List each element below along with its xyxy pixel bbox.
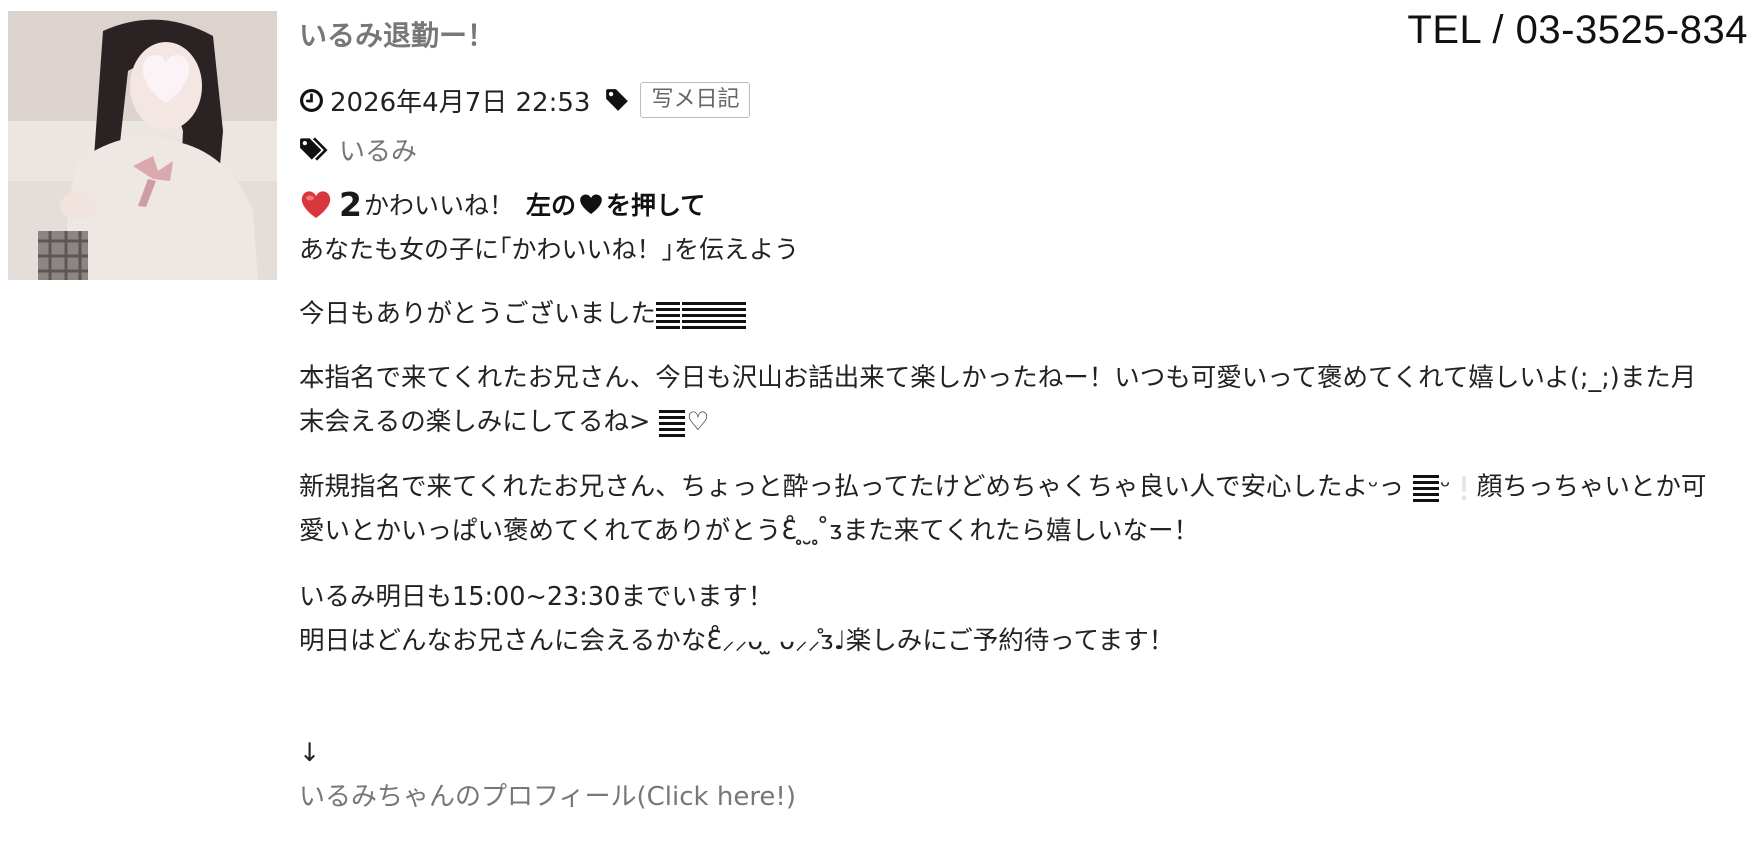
paragraph-3-part-2: ᵕ — [1440, 472, 1459, 502]
clock-icon — [300, 88, 323, 112]
exclamation-icon — [1461, 476, 1467, 501]
post-tags: いるみ — [299, 130, 1739, 168]
kawaii-label: かわいいね！ — [363, 191, 514, 220]
paragraph-2-line-2: 末会えるの楽しみにしてるね> — [299, 407, 659, 437]
paragraph-3-part-3: 顔ちっちゃいとか可 — [1476, 472, 1707, 502]
post-title: いるみ退勤ー！ — [299, 19, 496, 52]
paragraph-4-line-2: 明日はどんなお兄さんに会えるかなƐ̊⸝⸝ᴗ ̫ ᴗ⸝⸝̊ᴣ♩楽しみにご予約待って… — [299, 626, 1175, 656]
diary-photo[interactable] — [8, 11, 277, 280]
tag-link[interactable]: いるみ — [339, 131, 417, 168]
diary-body: 今日もありがとうございました 本指名で来てくれたお兄さん、今日も沢山お話出来て楽… — [299, 292, 1739, 819]
body-paragraph-3: 新規指名で来てくれたお兄さん、ちょっと酔っ払ってたけどめちゃくちゃ良い人で安心し… — [299, 465, 1739, 553]
profile-link[interactable]: いるみちゃんのプロフィール(Click here!) — [299, 777, 796, 817]
kawaii-instruction-before: 左の — [525, 191, 576, 220]
paragraph-3-part-1: 新規指名で来てくれたお兄さん、ちょっと酔っ払ってたけどめちゃくちゃ良い人で安心し… — [299, 472, 1413, 502]
body-paragraph-2: 本指名で来てくれたお兄さん、今日も沢山お話出来て楽しかったねー！いつも可愛いって… — [299, 356, 1739, 444]
emoji-block-icon — [1413, 475, 1440, 502]
kawaii-row: 2 かわいいね！ 左の を押して — [299, 184, 1739, 224]
kawaii-instruction: 左の を押して — [526, 186, 705, 222]
kawaii-count: 2 — [339, 184, 362, 224]
paragraph-3-line-2: 愛いとかいっぱい褒めてくれてありがとうƐ̊ ̥ ̮ ̥ ̊ᴣまた来てくれたら嬉し… — [299, 516, 1199, 546]
down-arrow: ↓ — [299, 738, 321, 768]
emoji-block-icon — [656, 302, 747, 329]
paragraph-2-heart: ♡ — [686, 407, 710, 437]
paragraph-1-text: 今日もありがとうございました — [299, 299, 657, 329]
heart-icon — [580, 194, 602, 214]
kawaii-instruction-after: を押して — [606, 191, 706, 220]
tags-icon — [300, 137, 328, 161]
kawaii-heart-button[interactable] — [299, 188, 333, 220]
category-badge[interactable]: 写メ日記 — [640, 82, 751, 118]
post-meta: 2026年4月7日 22:53 写メ日記 — [299, 80, 1739, 120]
tag-icon — [606, 89, 629, 111]
paragraph-4-line-1: いるみ明日も15:00~23:30までいます！ — [299, 582, 774, 612]
diary-entry: いるみ退勤ー！ 2026年4月7日 22:53 写メ日記 いるみ 2 かわいいね… — [299, 14, 1739, 819]
body-paragraph-4: いるみ明日も15:00~23:30までいます！ 明日はどんなお兄さんに会えるかな… — [299, 575, 1739, 663]
paragraph-2-line-1: 本指名で来てくれたお兄さん、今日も沢山お話出来て楽しかったねー！いつも可愛いって… — [299, 363, 1697, 393]
kawaii-subtext: あなたも女の子に｢かわいいね！｣を伝えよう — [299, 235, 800, 264]
emoji-block-icon — [659, 410, 686, 437]
post-date: 2026年4月7日 22:53 — [330, 87, 591, 118]
body-paragraph-1: 今日もありがとうございました — [299, 292, 1739, 336]
